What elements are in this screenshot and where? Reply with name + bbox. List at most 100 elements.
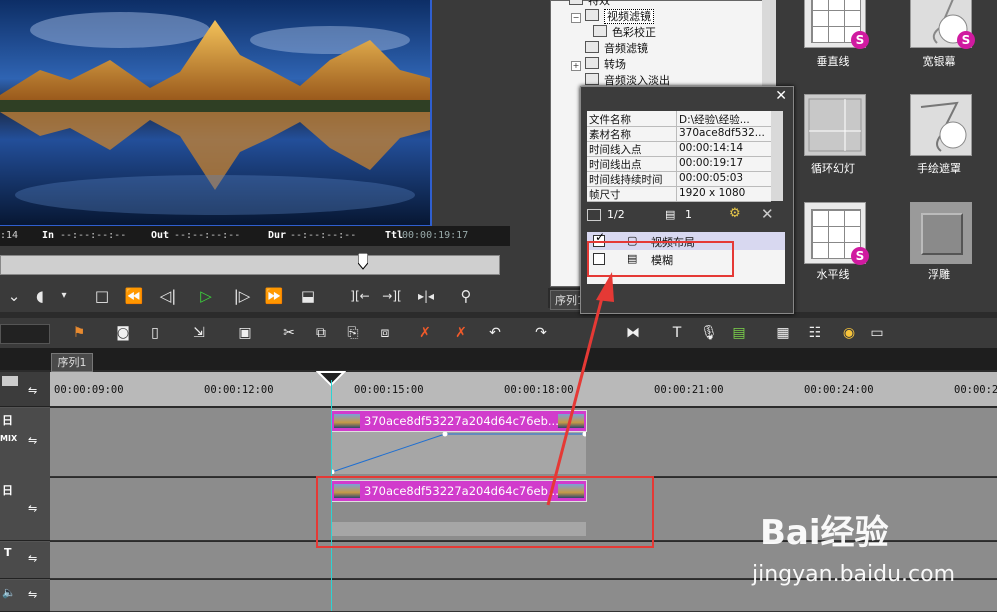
hand-mask-icon <box>920 101 967 152</box>
next-frame-button[interactable]: |▷ <box>230 285 254 307</box>
thumb-label: 垂直线 <box>816 55 850 68</box>
time-ruler[interactable]: 00:00:09:00 00:00:12:00 00:00:15:00 00:0… <box>50 372 997 406</box>
expand-icon: + <box>571 61 581 71</box>
toggle-icon[interactable] <box>2 376 18 386</box>
out-value: --:--:--:-- <box>174 230 241 241</box>
match-frame-button[interactable]: ⚲ <box>454 285 478 307</box>
ripple-delete-icon[interactable]: ✗ <box>452 324 470 342</box>
cut-icon[interactable]: ✂ <box>280 324 298 342</box>
in-value: --:--:--:-- <box>60 230 127 241</box>
tree-item-audio-filters[interactable]: 音频滤镜 <box>585 41 648 56</box>
out-label: Out <box>151 230 170 241</box>
link-icon[interactable]: ⧈ <box>376 324 394 342</box>
trim-button[interactable]: ▸|◂ <box>414 285 438 307</box>
visibility-icon[interactable]: 日 <box>2 412 13 428</box>
timeline-header <box>0 348 997 370</box>
ruler-label: 00:00:21:00 <box>654 384 724 396</box>
save-icon[interactable]: ▣ <box>236 324 254 342</box>
loop-button[interactable]: ⬓ <box>296 285 320 307</box>
redo-icon[interactable]: ↷ <box>532 324 550 342</box>
effect-thumb-vertical-lines[interactable]: S <box>804 0 869 49</box>
transport-controls: ⌄ ◖ ▾ □ ⏪ ◁| ▷ |▷ ⏩ ⬓ ][← →][ ▸|◂ ⚲ <box>0 281 500 311</box>
render-icon[interactable]: ▤ <box>730 324 748 342</box>
stop-button[interactable]: □ <box>90 285 114 307</box>
track-header-audio: 🔈 ⇋ <box>0 580 50 612</box>
paste-icon[interactable]: ⎘ <box>344 324 362 342</box>
preview-panel: :14 In --:--:--:-- Out --:--:--:-- Dur -… <box>0 0 540 312</box>
delete-icon[interactable]: ✕ <box>761 205 774 223</box>
camera-icon[interactable]: ◙ <box>114 324 132 342</box>
effect-thumb-loop-slide[interactable] <box>804 94 866 156</box>
magic-icon[interactable]: ⚑ <box>70 324 88 342</box>
copy-icon[interactable]: ⧉ <box>312 324 330 342</box>
import-icon[interactable]: ⇲ <box>190 324 208 342</box>
effect-thumb-widescreen[interactable]: S <box>910 0 975 49</box>
split-icon[interactable]: ⧓ <box>624 324 642 342</box>
track-header-video2: 日 ⇋ <box>0 478 50 541</box>
fast-forward-button[interactable]: ⏩ <box>262 285 286 307</box>
visibility-icon[interactable]: 日 <box>2 482 13 498</box>
ruler-label: 00:00:2 <box>954 384 997 396</box>
color-icon[interactable]: ◉ <box>840 324 858 342</box>
mark-icon[interactable]: ◖ <box>28 285 52 307</box>
baidu-watermark-logo: Bai经验 <box>760 513 889 553</box>
set-out-button[interactable]: →][ <box>380 285 404 307</box>
s-badge: S <box>957 31 975 49</box>
timecode-bar: :14 In --:--:--:-- Out --:--:--:-- Dur -… <box>0 226 510 246</box>
undo-icon[interactable]: ↶ <box>486 324 504 342</box>
title-icon[interactable]: T <box>668 324 686 342</box>
mixer-icon[interactable]: ☷ <box>806 324 824 342</box>
s-badge: S <box>851 247 869 265</box>
tree-item-color-correction[interactable]: 色彩校正 <box>593 25 656 40</box>
sync-icon[interactable]: ⇋ <box>28 434 37 447</box>
folder-icon <box>585 73 599 85</box>
info-row: 时间线入点 00:00:14:14 <box>587 141 771 157</box>
scrub-fill <box>1 256 364 274</box>
prev-frame-button[interactable]: ◁| <box>156 285 180 307</box>
clip-name: 370ace8df53227a204d64c76eb... <box>364 414 559 428</box>
ruler-label: 00:00:12:00 <box>204 384 274 396</box>
chevron-down-icon[interactable]: ▾ <box>52 285 76 307</box>
sync-icon[interactable]: ⇋ <box>28 588 37 601</box>
speaker-icon[interactable]: 🔈 <box>2 586 16 599</box>
info-row: 素材名称 370ace8df532... <box>587 126 771 142</box>
scrub-bar[interactable] <box>0 252 500 275</box>
filter-icon[interactable]: ▤ <box>665 208 675 221</box>
zoom-field[interactable] <box>0 324 50 344</box>
tree-item-effects[interactable]: 特效 <box>569 0 610 8</box>
mix-area[interactable] <box>329 431 588 475</box>
video-clip[interactable]: 370ace8df53227a204d64c76eb... <box>331 410 587 432</box>
effect-thumb-horizontal-lines[interactable]: S <box>804 202 869 265</box>
clip-icon <box>587 209 601 221</box>
info-row: 时间线出点 00:00:19:17 <box>587 156 771 172</box>
in-label: In <box>42 230 55 241</box>
effect-thumb-hand-mask[interactable] <box>910 94 972 156</box>
chevron-down-icon[interactable]: ⌄ <box>2 285 26 307</box>
new-icon[interactable]: ▯ <box>146 324 164 342</box>
tab-sequence1[interactable]: 序列1 <box>51 353 93 372</box>
settings-icon[interactable]: ⚙ <box>729 206 741 221</box>
clip-thumb <box>334 414 360 428</box>
effect-thumb-emboss[interactable] <box>910 202 972 264</box>
window-icon[interactable]: ▭ <box>868 324 886 342</box>
set-in-button[interactable]: ][← <box>348 285 372 307</box>
mic-icon[interactable]: 🎙 <box>700 324 718 342</box>
sync-icon[interactable]: ⇋ <box>28 384 37 397</box>
play-button[interactable]: ▷ <box>194 285 218 307</box>
scrub-handle[interactable] <box>357 252 369 275</box>
close-icon[interactable]: ✕ <box>775 88 787 104</box>
grid-icon[interactable]: ▦ <box>774 324 792 342</box>
info-scrollbar[interactable] <box>771 111 783 201</box>
title-track-label: T <box>4 546 12 559</box>
sync-icon[interactable]: ⇋ <box>28 502 37 515</box>
tree-item-video-filters[interactable]: − 视频滤镜 <box>571 9 654 24</box>
page-indicator: 1/2 <box>607 208 625 221</box>
delete-x-icon[interactable]: ✗ <box>416 324 434 342</box>
tree-item-transitions[interactable]: + 转场 <box>571 57 626 72</box>
ttl-label: Ttl <box>385 230 404 241</box>
dur-value: --:--:--:-- <box>290 230 357 241</box>
ruler-label: 00:00:15:00 <box>354 384 424 396</box>
folder-icon <box>585 9 599 21</box>
sync-icon[interactable]: ⇋ <box>28 552 37 565</box>
rewind-button[interactable]: ⏪ <box>122 285 146 307</box>
